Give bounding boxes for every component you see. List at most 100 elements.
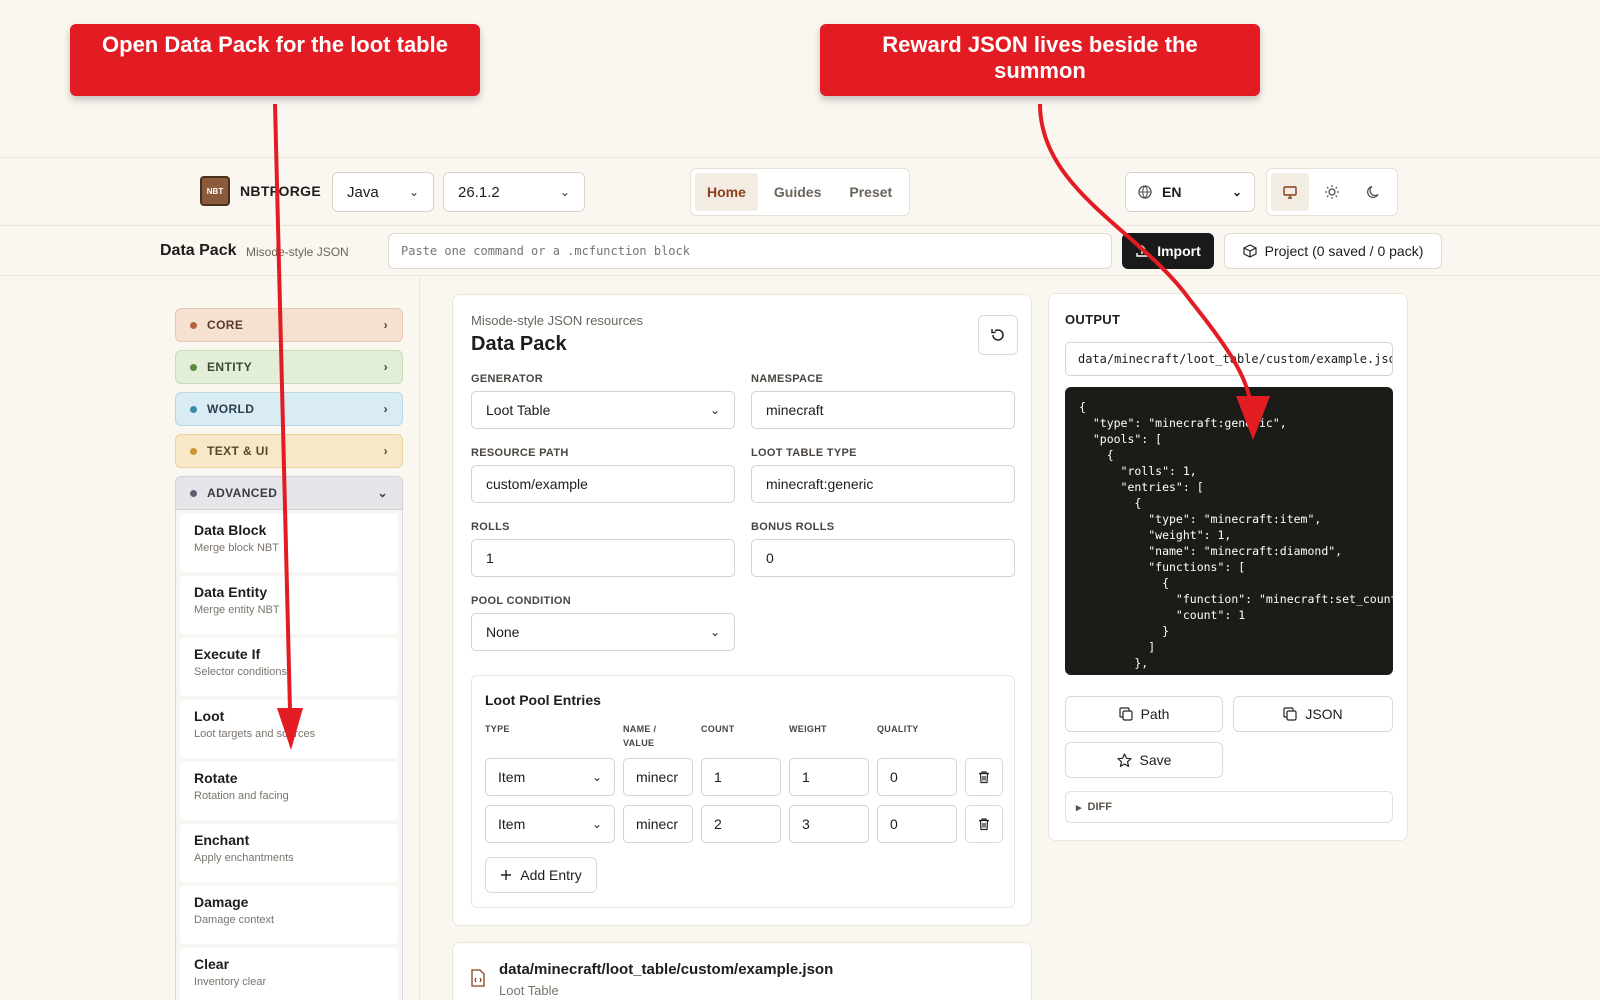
copy-icon bbox=[1118, 707, 1133, 721]
chevron-down-icon: ⌄ bbox=[709, 403, 720, 417]
page-description: Misode-style JSON bbox=[246, 245, 349, 259]
sidebar-item-enchant[interactable]: Enchant Apply enchantments bbox=[180, 824, 398, 882]
chevron-right-icon: › bbox=[383, 444, 388, 458]
entry-count-value: 1 bbox=[714, 769, 722, 785]
pool-condition-value: None bbox=[486, 624, 520, 640]
copy-path-button[interactable]: Path bbox=[1065, 696, 1223, 732]
page-title: Data Pack bbox=[160, 242, 237, 259]
import-button-label: Import bbox=[1157, 243, 1201, 259]
generator-value: Loot Table bbox=[486, 402, 551, 418]
add-entry-label: Add Entry bbox=[520, 867, 582, 883]
sidebar-item-rotate[interactable]: Rotate Rotation and facing bbox=[180, 762, 398, 820]
save-button[interactable]: Save bbox=[1065, 742, 1223, 778]
bonus-rolls-input[interactable]: 0 bbox=[751, 539, 1015, 577]
json-output-code[interactable]: { "type": "minecraft:generic", "pools": … bbox=[1065, 387, 1393, 675]
output-title: OUTPUT bbox=[1065, 312, 1121, 327]
entries-title: Loot Pool Entries bbox=[485, 692, 601, 708]
sidebar-item-title: Clear bbox=[194, 956, 230, 972]
column-header-name: NAME / VALUE bbox=[623, 724, 657, 748]
page-subheader: Data Pack Misode-style JSON Import Proje… bbox=[0, 226, 1600, 276]
sidebar-item-execute-if[interactable]: Execute If Selector conditions bbox=[180, 638, 398, 696]
sidebar-item-desc: Merge block NBT bbox=[194, 542, 279, 554]
reset-button[interactable] bbox=[978, 315, 1018, 355]
entry-type-select[interactable]: Item ⌄ bbox=[485, 758, 615, 796]
category-world[interactable]: WORLD › bbox=[175, 392, 403, 426]
entry-name-input[interactable]: minecr bbox=[623, 805, 693, 843]
generator-select[interactable]: Loot Table ⌄ bbox=[471, 391, 735, 429]
project-button[interactable]: Project (0 saved / 0 pack) bbox=[1224, 233, 1442, 269]
sidebar-item-data-entity[interactable]: Data Entity Merge entity NBT bbox=[180, 576, 398, 634]
entry-type-select[interactable]: Item ⌄ bbox=[485, 805, 615, 843]
delete-entry-button[interactable] bbox=[965, 805, 1003, 843]
column-header-count: COUNT bbox=[701, 724, 735, 734]
category-dot bbox=[190, 447, 197, 455]
sidebar-item-desc: Apply enchantments bbox=[194, 852, 294, 864]
app-logo[interactable]: NBT bbox=[200, 176, 230, 206]
entry-count-input[interactable]: 2 bbox=[701, 805, 781, 843]
tab-home[interactable]: Home bbox=[695, 173, 758, 211]
sidebar-item-damage[interactable]: Damage Damage context bbox=[180, 886, 398, 944]
resource-path-label: RESOURCE PATH bbox=[471, 447, 569, 459]
rolls-label: ROLLS bbox=[471, 521, 510, 533]
sidebar-item-title: Data Block bbox=[194, 522, 267, 538]
edition-select[interactable]: Java ⌄ bbox=[332, 172, 434, 212]
loot-table-type-label: LOOT TABLE TYPE bbox=[751, 447, 857, 459]
category-entity[interactable]: ENTITY › bbox=[175, 350, 403, 384]
monitor-icon[interactable] bbox=[1271, 173, 1309, 211]
category-label: TEXT & UI bbox=[207, 444, 269, 458]
language-select[interactable]: EN ⌄ bbox=[1125, 172, 1255, 212]
category-text-ui[interactable]: TEXT & UI › bbox=[175, 434, 403, 468]
category-advanced[interactable]: ADVANCED ⌄ bbox=[175, 476, 403, 510]
entry-name-input[interactable]: minecr bbox=[623, 758, 693, 796]
pool-condition-label: POOL CONDITION bbox=[471, 595, 571, 607]
upload-icon bbox=[1135, 244, 1149, 258]
loot-table-type-value: minecraft:generic bbox=[766, 476, 874, 492]
brand-name: NBTFORGE bbox=[240, 183, 321, 199]
chevron-down-icon: ⌄ bbox=[1231, 185, 1242, 199]
add-entry-button[interactable]: Add Entry bbox=[485, 857, 597, 893]
sun-icon[interactable] bbox=[1313, 173, 1351, 211]
entry-quality-value: 0 bbox=[890, 816, 898, 832]
category-dot bbox=[190, 363, 197, 371]
entry-name-value: minecr bbox=[636, 816, 679, 832]
entry-count-input[interactable]: 1 bbox=[701, 758, 781, 796]
rolls-input[interactable]: 1 bbox=[471, 539, 735, 577]
namespace-label: NAMESPACE bbox=[751, 373, 824, 385]
moon-icon[interactable] bbox=[1355, 173, 1393, 211]
category-core[interactable]: CORE › bbox=[175, 308, 403, 342]
copy-json-button[interactable]: JSON bbox=[1233, 696, 1393, 732]
resource-file-card[interactable]: data/minecraft/loot_table/custom/example… bbox=[452, 942, 1032, 1000]
entry-weight-input[interactable]: 1 bbox=[789, 758, 869, 796]
sidebar-item-desc: Damage context bbox=[194, 914, 275, 926]
delete-entry-button[interactable] bbox=[965, 758, 1003, 796]
sidebar-item-loot[interactable]: Loot Loot targets and sources bbox=[180, 700, 398, 758]
version-select-value: 26.1.2 bbox=[458, 183, 500, 201]
loot-table-type-input[interactable]: minecraft:generic bbox=[751, 465, 1015, 503]
chevron-right-icon: › bbox=[383, 402, 388, 416]
output-path-field[interactable]: data/minecraft/loot_table/custom/example… bbox=[1065, 342, 1393, 376]
diff-toggle[interactable]: ▸ DIFF bbox=[1065, 791, 1393, 823]
caret-right-icon: ▸ bbox=[1076, 801, 1082, 814]
chevron-right-icon: › bbox=[383, 360, 388, 374]
resource-file-path: data/minecraft/loot_table/custom/example… bbox=[499, 961, 834, 978]
entry-quality-input[interactable]: 0 bbox=[877, 805, 957, 843]
resource-path-input[interactable]: custom/example bbox=[471, 465, 735, 503]
edition-select-value: Java bbox=[347, 183, 379, 201]
bonus-rolls-label: BONUS ROLLS bbox=[751, 521, 835, 533]
entry-weight-input[interactable]: 3 bbox=[789, 805, 869, 843]
project-button-label: Project (0 saved / 0 pack) bbox=[1264, 243, 1424, 259]
namespace-input[interactable]: minecraft bbox=[751, 391, 1015, 429]
tab-guides[interactable]: Guides bbox=[762, 173, 833, 211]
import-button[interactable]: Import bbox=[1122, 233, 1214, 269]
tab-preset[interactable]: Preset bbox=[837, 173, 904, 211]
entry-count-value: 2 bbox=[714, 816, 722, 832]
command-paste-input[interactable] bbox=[388, 233, 1112, 269]
sidebar-item-data-block[interactable]: Data Block Merge block NBT bbox=[180, 514, 398, 572]
sidebar-item-clear[interactable]: Clear Inventory clear bbox=[180, 948, 398, 1000]
version-select[interactable]: 26.1.2 ⌄ bbox=[443, 172, 585, 212]
entry-quality-input[interactable]: 0 bbox=[877, 758, 957, 796]
advanced-items-list: Data Block Merge block NBT Data Entity M… bbox=[175, 510, 403, 1000]
pool-condition-select[interactable]: None ⌄ bbox=[471, 613, 735, 651]
generator-label: GENERATOR bbox=[471, 373, 543, 385]
category-label: ENTITY bbox=[207, 360, 253, 374]
